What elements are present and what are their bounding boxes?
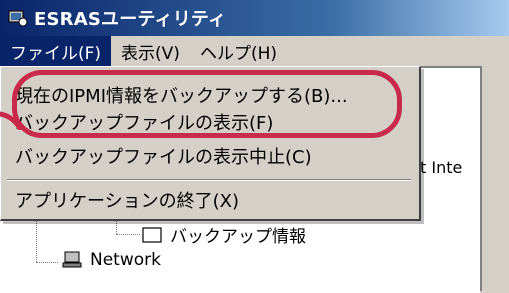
window-title: ESRASユーティリティ <box>34 9 227 30</box>
tree-connector <box>36 262 58 263</box>
title-bar[interactable]: ESRASユーティリティ <box>0 0 509 36</box>
folder-icon <box>142 226 162 244</box>
menu-view[interactable]: 表示(V) <box>111 36 190 66</box>
menu-file[interactable]: ファイル(F) <box>0 36 112 66</box>
menu-help[interactable]: ヘルプ(H) <box>190 36 287 66</box>
application-window: ESRASユーティリティ ファイル(F) 表示(V) ヘルプ(H) バックアップ… <box>0 0 509 293</box>
menu-item-label: アプリケーションの終了(X) <box>15 191 240 212</box>
menu-separator <box>7 179 411 181</box>
tree-item-network[interactable]: Network <box>62 250 161 270</box>
menu-item-stop-show-backup[interactable]: バックアップファイルの表示中止(C) <box>1 141 417 171</box>
file-menu-dropdown: 現在のIPMI情報をバックアップする(B)... バックアップファイルの表示(F… <box>0 66 421 221</box>
menu-bar: ファイル(F) 表示(V) ヘルプ(H) <box>0 36 509 66</box>
app-icon <box>8 8 28 28</box>
menu-item-show-backup[interactable]: バックアップファイルの表示(F) <box>1 109 417 135</box>
tree-item-backup-info[interactable]: バックアップ情報 <box>142 222 306 247</box>
tree-item-label: バックアップ情報 <box>170 227 306 247</box>
tree-connector <box>116 234 140 235</box>
menu-item-label: バックアップファイルの表示(F) <box>15 113 274 134</box>
tree-item-label: Network <box>90 250 161 270</box>
menu-item-backup-current[interactable]: 現在のIPMI情報をバックアップする(B)... <box>1 81 417 109</box>
detail-pane <box>480 66 509 291</box>
menu-item-exit[interactable]: アプリケーションの終了(X) <box>1 185 417 215</box>
menu-item-label: 現在のIPMI情報をバックアップする(B)... <box>15 86 348 107</box>
menu-item-label: バックアップファイルの表示中止(C) <box>15 147 312 168</box>
network-icon <box>62 251 82 269</box>
